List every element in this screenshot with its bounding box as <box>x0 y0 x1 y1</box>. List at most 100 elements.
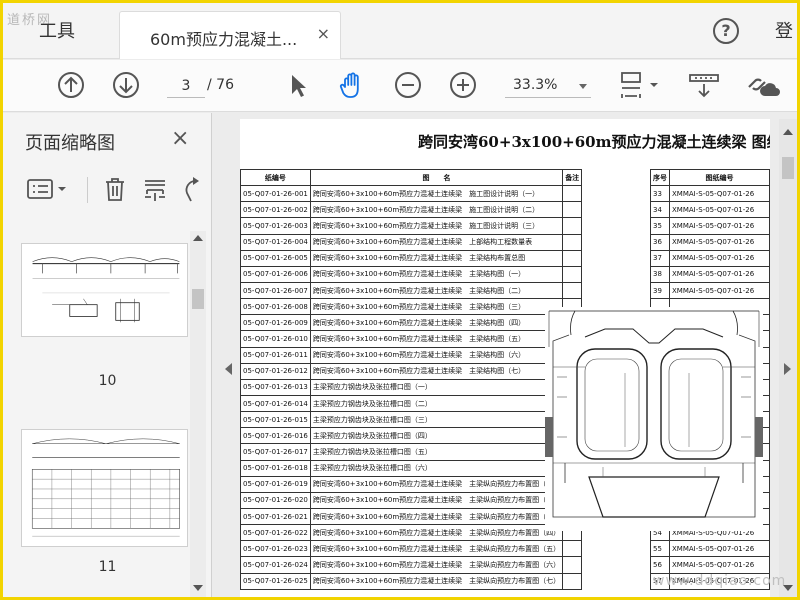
drawing-name-cell: 跨同安湾60+3x100+60m预应力混凝土连续梁 主梁结构图（三） <box>309 298 564 316</box>
drawing-number-cell: XMMAI-S-05-Q07-01-26 <box>669 185 770 203</box>
drawing-name-cell: 跨同安湾60+3x100+60m预应力混凝土连续梁 上部结构工程数量表 <box>309 233 564 251</box>
next-page-icon[interactable] <box>111 70 141 100</box>
table-row: 05-Q07-01-26-012 跨同安湾60+3x100+60m预应力混凝土连续… <box>240 362 583 380</box>
drawing-code-cell: 05-Q07-01-26-003 <box>240 217 311 235</box>
table-row: 05-Q07-01-26-005 跨同安湾60+3x100+60m预应力混凝土连续… <box>240 249 583 267</box>
drawing-code-cell: 05-Q07-01-26-007 <box>240 281 311 300</box>
extract-pages-icon[interactable] <box>141 175 169 203</box>
sequence-cell: 35 <box>650 217 670 235</box>
box-girder-section-drawing <box>545 307 763 531</box>
drawing-name-cell: 跨同安湾60+3x100+60m预应力混凝土连续梁 主梁结构图（七） <box>309 362 564 380</box>
drawing-name-cell: 跨同安湾60+3x100+60m预应力混凝土连续梁 主梁纵向预应力布置图（五） <box>309 540 564 558</box>
footer-watermark: www.ddqiao.com <box>653 573 787 589</box>
thumbnail-scrollbar[interactable] <box>190 231 206 597</box>
drawing-code-cell: 05-Q07-01-26-012 <box>240 362 311 380</box>
table-row: 05-Q07-01-26-023 跨同安湾60+3x100+60m预应力混凝土连续… <box>240 540 583 558</box>
drawing-name-cell: 跨同安湾60+3x100+60m预应力混凝土连续梁 主梁结构图（二） <box>309 281 564 300</box>
table-row: 05-Q07-01-26-014 主梁预应力钢齿块及张拉槽口图（二） <box>240 394 583 413</box>
drawing-name-cell: 跨同安湾60+3x100+60m预应力混凝土连续梁 主梁纵向预应力布置图（二） <box>309 491 564 509</box>
drawing-number-cell: XMMAI-S-05-Q07-01-26 <box>669 201 770 219</box>
scrollbar-thumb[interactable] <box>192 289 204 309</box>
drawing-number-cell: XMMAI-S-05-Q07-01-26 <box>669 217 770 235</box>
drawing-code-cell: 05-Q07-01-26-013 <box>240 378 311 396</box>
help-icon[interactable]: ? <box>713 18 739 44</box>
collapse-right-panel-icon[interactable] <box>784 363 791 375</box>
table-row: 05-Q07-01-26-024 跨同安湾60+3x100+60m预应力混凝土连续… <box>240 556 583 574</box>
sequence-cell: 55 <box>650 540 670 558</box>
tools-tab[interactable]: 工具 <box>39 17 75 43</box>
page-thumbnail[interactable] <box>21 429 188 547</box>
select-cursor-icon[interactable] <box>283 70 313 100</box>
table-row: 36 XMMAI-S-05-Q07-01-26 <box>650 233 770 251</box>
previous-page-icon[interactable] <box>56 70 86 100</box>
remark-cell <box>562 540 583 558</box>
drawing-code-cell: 05-Q07-01-26-011 <box>240 346 311 364</box>
collapse-left-panel-icon[interactable] <box>225 363 232 375</box>
column-header: 纸编号 <box>240 168 311 187</box>
delete-page-icon[interactable] <box>101 175 129 203</box>
pdf-page: 跨同安湾60+3x100+60m预应力混凝土连续梁 图纸 纸编号 图 名 备注 … <box>240 119 770 597</box>
table-row: 05-Q07-01-26-016 主梁预应力钢齿块及张拉槽口图（四） <box>240 427 583 445</box>
scroll-up-icon[interactable] <box>783 129 793 135</box>
table-row: 05-Q07-01-26-011 跨同安湾60+3x100+60m预应力混凝土连续… <box>240 346 583 364</box>
page-total: / 76 <box>207 77 234 93</box>
scroll-down-icon[interactable] <box>193 585 203 591</box>
zoom-in-icon[interactable] <box>448 70 478 100</box>
zoom-out-icon[interactable] <box>393 70 423 100</box>
scroll-up-icon[interactable] <box>193 235 203 241</box>
drawing-code-cell: 05-Q07-01-26-010 <box>240 330 311 348</box>
drawing-code-cell: 05-Q07-01-26-021 <box>240 507 311 526</box>
page-number-input[interactable] <box>167 74 205 98</box>
main-toolbar: / 76 33.3% <box>3 60 797 112</box>
remark-cell <box>562 233 583 251</box>
drawing-name-cell: 主梁预应力钢齿块及张拉槽口图（三） <box>309 411 564 429</box>
table-row: 05-Q07-01-26-003 跨同安湾60+3x100+60m预应力混凝土连续… <box>240 217 583 235</box>
table-row: 05-Q07-01-26-010 跨同安湾60+3x100+60m预应力混凝土连续… <box>240 330 583 348</box>
close-panel-icon[interactable]: × <box>171 126 189 151</box>
table-row: 38 XMMAI-S-05-Q07-01-26 <box>650 265 770 283</box>
drawing-name-cell: 跨同安湾60+3x100+60m预应力混凝土连续梁 主梁结构布置总图 <box>309 249 564 267</box>
remark-cell <box>562 572 583 590</box>
thumbnail-page-number: 11 <box>98 559 117 575</box>
table-row: 05-Q07-01-26-006 跨同安湾60+3x100+60m预应力混凝土连续… <box>240 265 583 283</box>
drawing-name-cell: 跨同安湾60+3x100+60m预应力混凝土连续梁 施工图设计说明（三） <box>309 217 564 235</box>
fit-page-icon[interactable] <box>617 70 659 100</box>
drawing-code-cell: 05-Q07-01-26-025 <box>240 572 311 590</box>
sequence-cell: 33 <box>650 185 670 203</box>
share-link-icon[interactable] <box>743 70 783 100</box>
remark-cell <box>562 201 583 219</box>
drawing-number-cell: XMMAI-S-05-Q07-01-26 <box>669 556 770 574</box>
sequence-cell: 34 <box>650 201 670 219</box>
remark-cell <box>562 265 583 283</box>
drawing-code-cell: 05-Q07-01-26-023 <box>240 540 311 558</box>
sequence-cell: 56 <box>650 556 670 574</box>
table-row: 34 XMMAI-S-05-Q07-01-26 <box>650 201 770 219</box>
login-button[interactable]: 登 <box>775 17 793 43</box>
document-scrollbar[interactable] <box>779 119 797 597</box>
scroll-mode-icon[interactable] <box>687 70 721 100</box>
drawing-code-cell: 05-Q07-01-26-017 <box>240 443 311 461</box>
drawing-index-table: 纸编号 图 名 备注 05-Q07-01-26-001 跨同安湾60+3x100+… <box>240 168 583 590</box>
remark-cell <box>562 281 583 300</box>
zoom-level-select[interactable]: 33.3% <box>505 74 591 98</box>
document-tab-label: 60m预应力混凝土... <box>150 30 298 49</box>
page-thumbnail[interactable] <box>21 243 188 337</box>
scrollbar-thumb[interactable] <box>782 157 794 179</box>
column-header: 备注 <box>562 168 583 187</box>
sequence-cell: 36 <box>650 233 670 251</box>
drawing-name-cell: 跨同安湾60+3x100+60m预应力混凝土连续梁 主梁结构图（五） <box>309 330 564 348</box>
drawing-code-cell: 05-Q07-01-26-018 <box>240 459 311 477</box>
drawing-code-cell: 05-Q07-01-26-002 <box>240 201 311 219</box>
hand-tool-icon[interactable] <box>337 70 367 100</box>
remark-cell <box>562 217 583 235</box>
table-row: 05-Q07-01-26-013 主梁预应力钢齿块及张拉槽口图（一） <box>240 378 583 396</box>
document-tab[interactable]: 60m预应力混凝土... × <box>119 11 341 59</box>
thumbnail-options-icon[interactable] <box>25 175 71 203</box>
document-viewport[interactable]: 跨同安湾60+3x100+60m预应力混凝土连续梁 图纸 纸编号 图 名 备注 … <box>213 113 797 597</box>
table-row: 05-Q07-01-26-017 主梁预应力钢齿块及张拉槽口图（五） <box>240 443 583 461</box>
table-row: 05-Q07-01-26-018 主梁预应力钢齿块及张拉槽口图（六） <box>240 459 583 477</box>
page-thumbnails-panel: 页面缩略图 × 10 11 <box>3 113 212 597</box>
drawing-name-cell: 跨同安湾60+3x100+60m预应力混凝土连续梁 主梁纵向预应力布置图（一） <box>309 475 564 493</box>
rotate-page-icon[interactable] <box>179 175 207 203</box>
close-tab-icon[interactable]: × <box>317 24 330 43</box>
